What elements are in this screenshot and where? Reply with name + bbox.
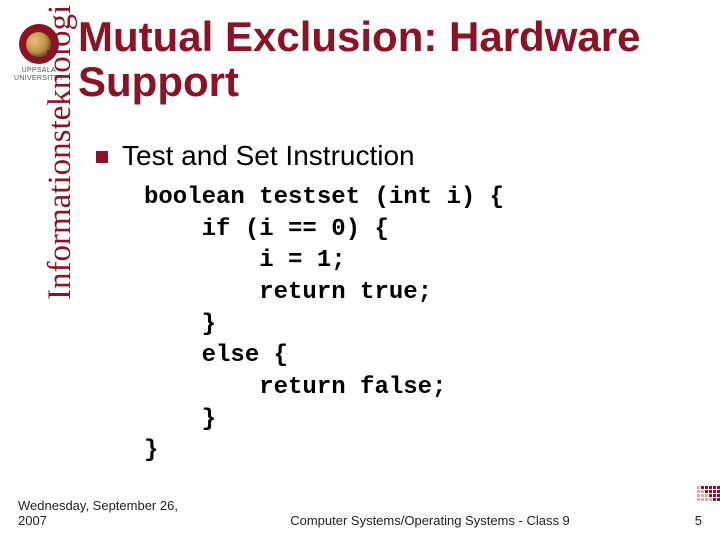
bullet-text: Test and Set Instruction — [122, 140, 415, 172]
bullet-square-icon — [96, 151, 108, 163]
page-title: Mutual Exclusion: Hardware Support — [78, 14, 700, 105]
slide: UPPSALA UNIVERSITET Mutual Exclusion: Ha… — [0, 0, 720, 540]
footer: Wednesday, September 26, 2007 Computer S… — [18, 498, 702, 528]
footer-date: Wednesday, September 26, 2007 — [18, 498, 198, 528]
content-area: Test and Set Instruction boolean testset… — [96, 140, 696, 467]
code-block: boolean testset (int i) { if (i == 0) { … — [144, 182, 696, 467]
sidebar-vertical-label: Informationsteknologi — [42, 5, 79, 300]
footer-page-number: 5 — [662, 513, 702, 528]
bullet-item: Test and Set Instruction — [96, 140, 696, 172]
footer-course: Computer Systems/Operating Systems - Cla… — [198, 513, 662, 528]
